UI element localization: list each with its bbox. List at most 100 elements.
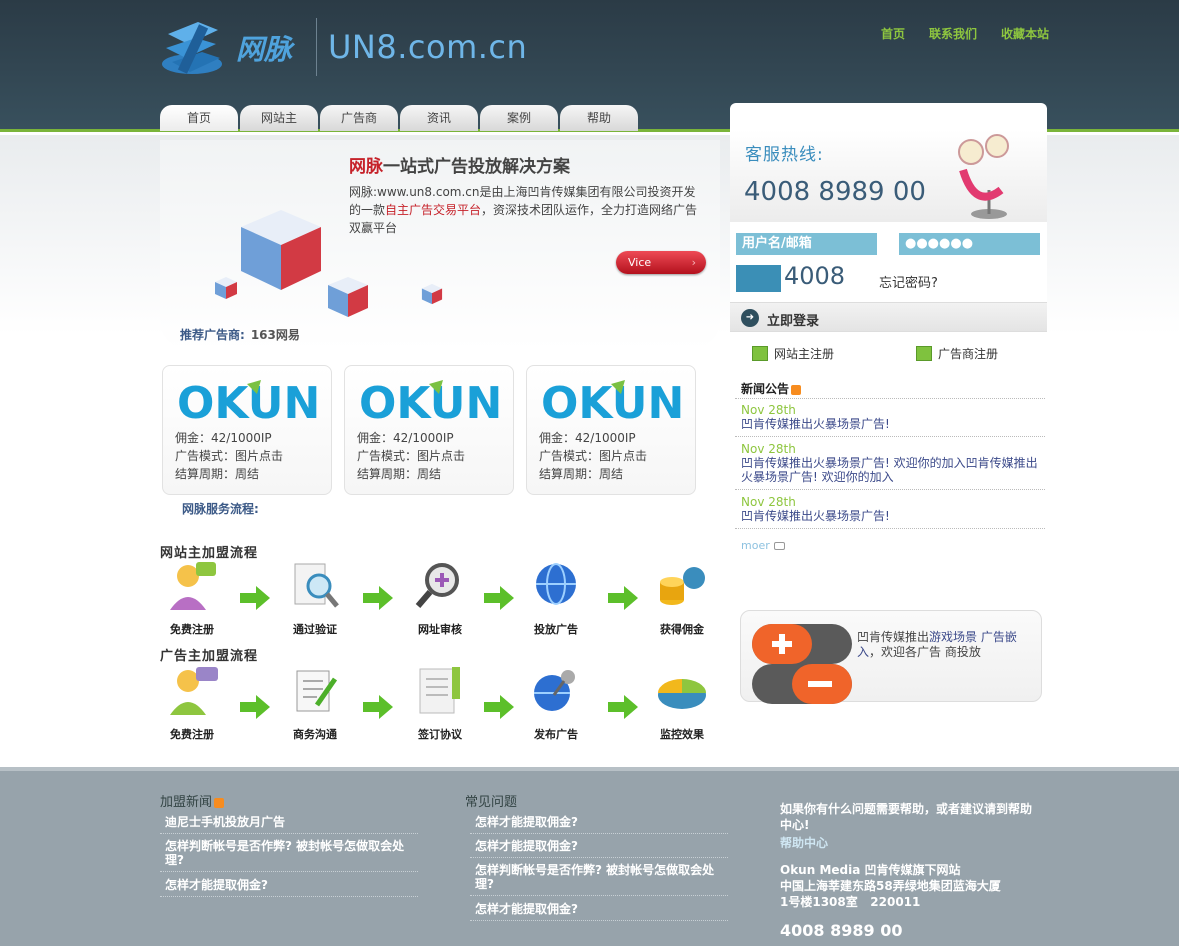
flow-step-label: 商务沟通 xyxy=(293,728,337,741)
flow-step-verify[interactable]: 通过验证 xyxy=(277,560,353,640)
flow-step-monitor[interactable]: 监控效果 xyxy=(644,665,720,745)
more-label: moer xyxy=(741,539,770,552)
zoom-icon xyxy=(415,563,459,608)
username-field[interactable]: 用户名/邮箱 xyxy=(736,233,877,255)
flow-step-label: 免费注册 xyxy=(170,728,214,741)
site-logo[interactable]: 网脉 UN8.com.cn xyxy=(158,14,527,82)
logo-en-text: UN8.com.cn xyxy=(328,28,528,66)
flow-step-publish[interactable]: 发布广告 xyxy=(518,665,594,745)
arrow-circle-icon: ➜ xyxy=(741,309,759,327)
flow-step-register[interactable]: 免费注册 xyxy=(154,560,230,640)
svg-text:OKUN: OKUN xyxy=(359,378,499,422)
tab-advertiser[interactable]: 广告商 xyxy=(320,105,398,131)
globe-pin-icon xyxy=(534,670,575,711)
footer-news-link[interactable]: 迪尼士手机投放月广告 xyxy=(160,815,418,834)
news-title[interactable]: 凹肯传媒推出火暴场景广告! xyxy=(741,509,1041,523)
pie-chart-icon xyxy=(658,679,706,709)
tab-help[interactable]: 帮助 xyxy=(560,105,638,131)
advertiser-flow-title: 广告主加盟流程 xyxy=(160,649,259,664)
news-date: Nov 28th xyxy=(741,403,796,417)
news-item[interactable]: Nov 28th 凹肯传媒推出火暴场景广告! 欢迎你的加入凹肯传媒推出火暴场景广… xyxy=(741,442,1041,484)
main-nav: 首页 网站主 广告商 资讯 案例 帮助 xyxy=(160,105,638,131)
news-title[interactable]: 凹肯传媒推出火暴场景广告! xyxy=(741,417,1041,431)
svg-text:OKUN: OKUN xyxy=(177,378,317,422)
login-button[interactable]: ➜ 立即登录 xyxy=(730,302,1047,332)
tab-news[interactable]: 资讯 xyxy=(400,105,478,131)
news-heading-text: 新闻公告 xyxy=(741,382,790,396)
cube-small-icon xyxy=(215,277,237,299)
recommend-value[interactable]: 163网易 xyxy=(251,328,300,342)
arrow-right-icon xyxy=(240,695,270,719)
arrow-right-icon xyxy=(363,695,393,719)
hotline-number: 4008 8989 00 xyxy=(744,177,926,207)
ad-commission: 佣金：42/1000IP xyxy=(539,431,636,445)
flow-step-sign[interactable]: 签订协议 xyxy=(402,665,478,745)
captcha-input[interactable] xyxy=(736,265,781,292)
rss-icon[interactable] xyxy=(791,384,802,395)
banner-title-rest: 一站式广告投放解决方案 xyxy=(383,157,570,177)
flow-step-label: 网址审核 xyxy=(418,623,462,636)
divider xyxy=(735,528,1045,529)
flow-step-label: 监控效果 xyxy=(660,728,704,741)
ad-cycle: 结算周期：周结 xyxy=(357,467,442,481)
ad-cards: OKUN 佣金：42/1000IP 广告模式：图片点击 结算周期：周结 OKUN… xyxy=(162,365,696,495)
more-news-link[interactable]: moer xyxy=(741,539,785,552)
flow-step-earn[interactable]: 获得佣金 xyxy=(644,560,720,640)
webmaster-register-label: 网站主注册 xyxy=(774,347,835,361)
footer-news-link[interactable]: 怎样判断帐号是否作弊? 被封帐号怎做取会处理? xyxy=(160,839,418,872)
logo-mark-icon xyxy=(162,22,222,74)
news-item[interactable]: Nov 28th 凹肯传媒推出火暴场景广告! xyxy=(741,495,1041,523)
ad-card[interactable]: OKUN 佣金：42/1000IP 广告模式：图片点击 结算周期：周结 xyxy=(344,365,514,495)
recommended-advertiser: 推荐广告商: 163网易 xyxy=(180,326,300,343)
footer-faq-link[interactable]: 怎样才能提取佣金? xyxy=(470,839,728,858)
ad-card[interactable]: OKUN 佣金：42/1000IP 广告模式：图片点击 结算周期：周结 xyxy=(526,365,696,495)
okun-logo-icon: OKUN xyxy=(177,378,317,422)
news-date: Nov 28th xyxy=(741,495,796,509)
footer-faq-link[interactable]: 怎样判断帐号是否作弊? 被封帐号怎做取会处理? xyxy=(470,863,728,896)
footer-news-link[interactable]: 怎样才能提取佣金? xyxy=(160,878,418,897)
webmaster-flow-title: 网站主加盟流程 xyxy=(160,546,259,561)
footer-faq-link[interactable]: 怎样才能提取佣金? xyxy=(470,815,728,834)
ad-card-info: 佣金：42/1000IP 广告模式：图片点击 结算周期：周结 xyxy=(357,429,465,483)
footer-help-center-link[interactable]: 帮助中心 xyxy=(780,834,828,851)
flow-step-place-ad[interactable]: 投放广告 xyxy=(518,560,594,640)
promo-prefix: 凹肯传媒推出 xyxy=(857,630,930,644)
service-flow-label: 网脉服务流程: xyxy=(182,502,259,516)
flow-step-label: 免费注册 xyxy=(170,623,214,636)
ad-commission: 佣金：42/1000IP xyxy=(175,431,272,445)
cube-tiny-icon xyxy=(421,283,443,305)
top-link-bookmark[interactable]: 收藏本站 xyxy=(1001,25,1049,42)
cube-large-icon xyxy=(241,210,321,290)
vice-button-label: Vice xyxy=(628,256,652,269)
chevron-right-icon: › xyxy=(691,256,696,269)
flow-step-label: 投放广告 xyxy=(534,623,578,636)
footer-faq-title: 常见问题 xyxy=(465,795,518,810)
webmaster-flow: 免费注册 通过验证 网址审核 投放广告 获得佣金 xyxy=(160,560,720,642)
flow-step-communicate[interactable]: 商务沟通 xyxy=(277,665,353,745)
flow-step-label: 发布广告 xyxy=(534,728,578,741)
top-link-contact[interactable]: 联系我们 xyxy=(929,25,977,42)
tab-home[interactable]: 首页 xyxy=(160,105,238,131)
ad-card-info: 佣金：42/1000IP 广告模式：图片点击 结算周期：周结 xyxy=(175,429,283,483)
rss-icon[interactable] xyxy=(214,797,225,808)
flow-step-url-review[interactable]: 网址审核 xyxy=(402,560,478,640)
footer-faq-link[interactable]: 怎样才能提取佣金? xyxy=(470,902,728,921)
telephone-icon xyxy=(958,134,1009,219)
flow-step-register[interactable]: 免费注册 xyxy=(154,665,230,745)
password-field[interactable]: ●●●●●● xyxy=(899,233,1040,255)
svg-text:OKUN: OKUN xyxy=(541,378,681,422)
banner-description: 网脉:www.un8.com.cn是由上海凹肯传媒集团有限公司投资开发的一款自主… xyxy=(349,183,699,237)
footer-news-title-text: 加盟新闻 xyxy=(160,795,213,810)
news-item[interactable]: Nov 28th 凹肯传媒推出火暴场景广告! xyxy=(741,403,1041,431)
news-title[interactable]: 凹肯传媒推出火暴场景广告! 欢迎你的加入凹肯传媒推出火暴场景广告! 欢迎你的加入 xyxy=(741,456,1041,484)
ad-card[interactable]: OKUN 佣金：42/1000IP 广告模式：图片点击 结算周期：周结 xyxy=(162,365,332,495)
vice-button[interactable]: Vice › xyxy=(616,251,706,274)
advertiser-register-link[interactable]: 广告商注册 xyxy=(916,345,998,362)
forgot-password-link[interactable]: 忘记密码? xyxy=(879,272,938,291)
tab-cases[interactable]: 案例 xyxy=(480,105,558,131)
webmaster-register-link[interactable]: 网站主注册 xyxy=(752,345,834,362)
contract-icon xyxy=(419,667,460,714)
divider xyxy=(735,398,1045,399)
top-link-home[interactable]: 首页 xyxy=(881,25,905,42)
tab-webmaster[interactable]: 网站主 xyxy=(240,105,318,131)
